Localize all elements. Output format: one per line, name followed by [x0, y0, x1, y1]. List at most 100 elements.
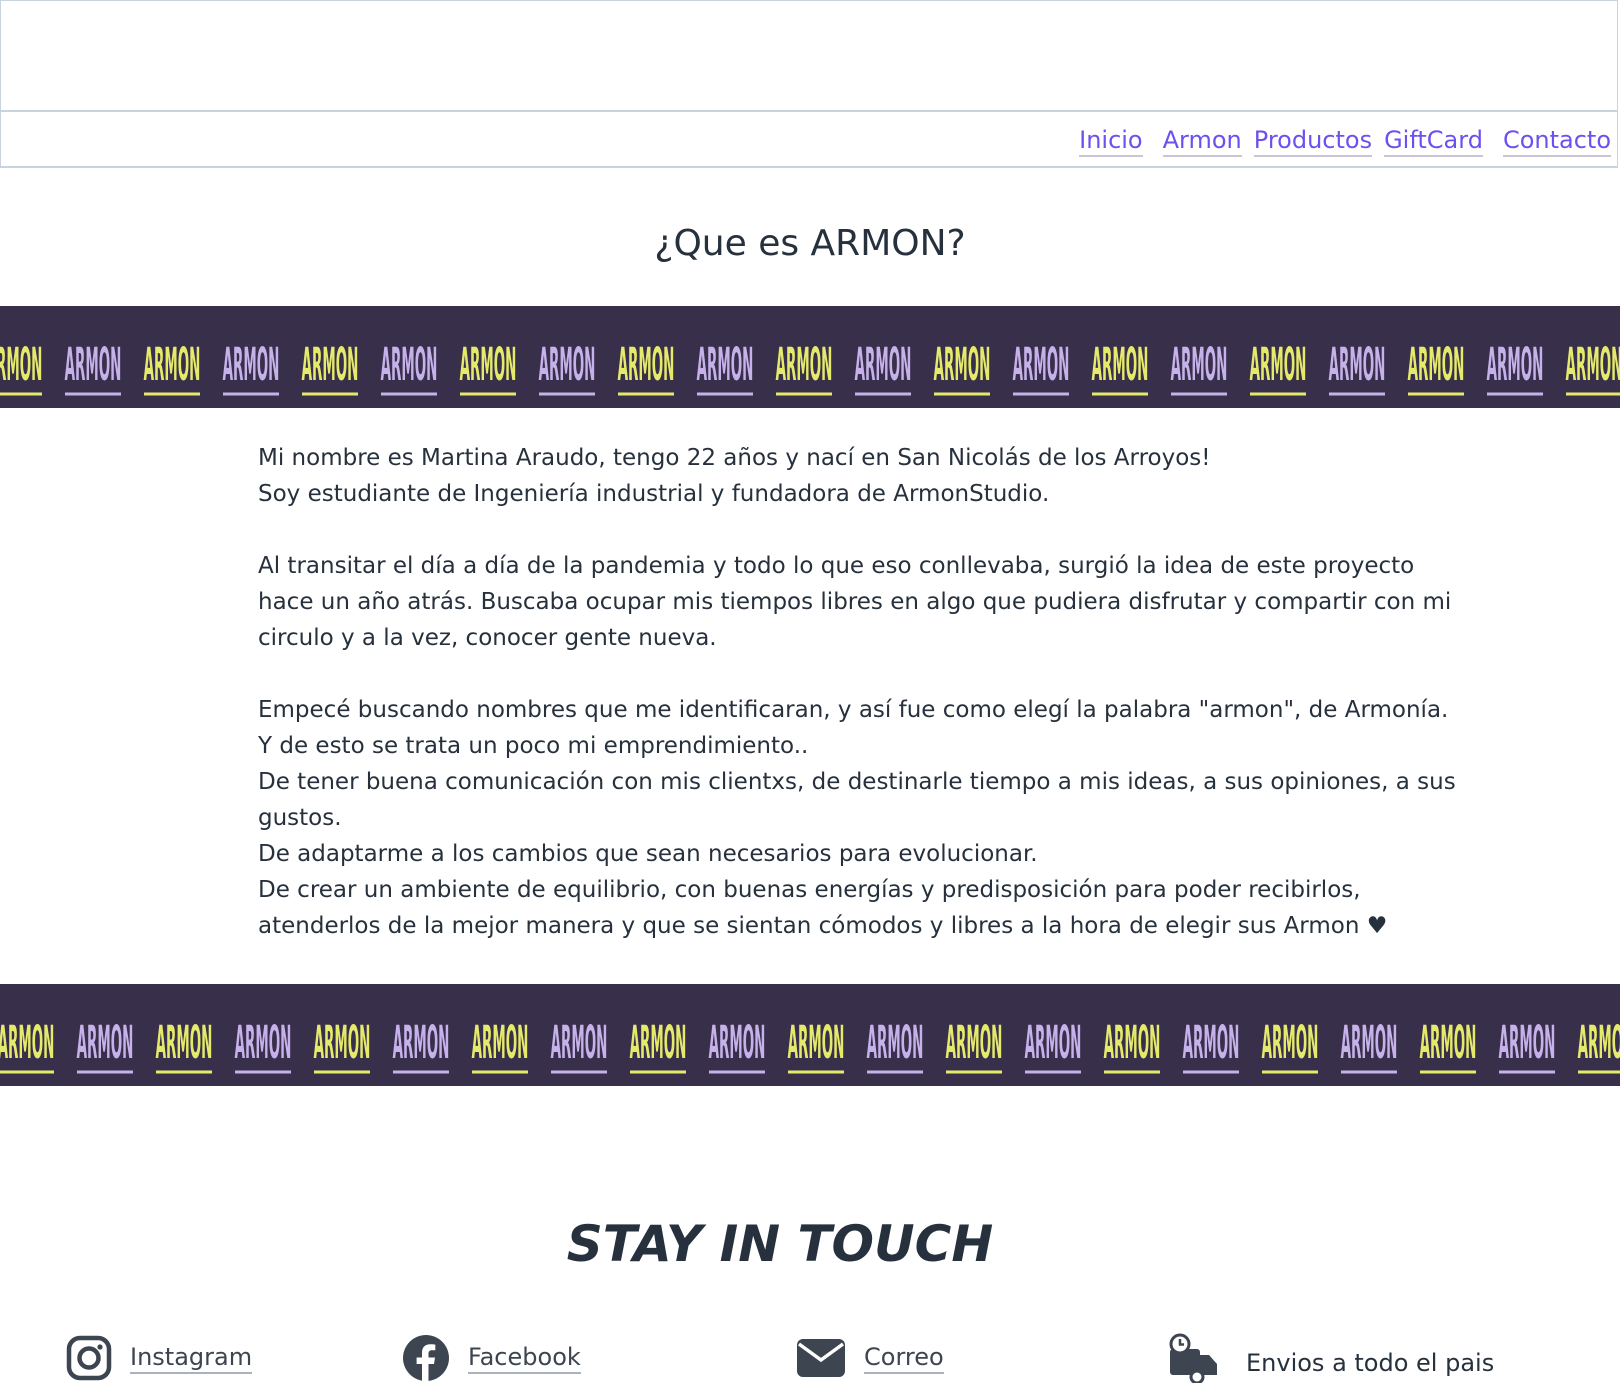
armon-logo-text: ARMON: [1013, 338, 1070, 391]
armon-logo-tile: ARMON: [1104, 1016, 1161, 1074]
armon-logo-text: ARMON: [1171, 338, 1228, 391]
armon-logo-tile: ARMON: [867, 1016, 924, 1074]
armon-logo-tile: ARMON: [934, 338, 991, 396]
armon-logo-text: ARMON: [618, 338, 675, 391]
armon-logo-text: ARMON: [1183, 1016, 1240, 1069]
nav-bar: Inicio Armon Productos GiftCard Contacto: [0, 112, 1618, 168]
armon-logo-text: ARMON: [539, 338, 596, 391]
armon-logo-tile: ARMON: [1487, 338, 1544, 396]
armon-logo-text: ARMON: [381, 338, 438, 391]
nav-link-giftcard[interactable]: GiftCard: [1384, 126, 1483, 157]
about-line: Y de esto se trata un poco mi emprendimi…: [258, 733, 809, 759]
nav-link-armon[interactable]: Armon: [1162, 126, 1242, 157]
armon-logo-text: ARMON: [472, 1016, 529, 1069]
armon-logo-text: ARMON: [1250, 338, 1307, 391]
mail-icon[interactable]: [796, 1338, 846, 1378]
armon-logo-text: ARMON: [393, 1016, 450, 1069]
armon-logo-text: ARMON: [1487, 338, 1544, 391]
armon-logo-text: ARMON: [1578, 1016, 1620, 1069]
armon-logo-tile: ARMON: [1499, 1016, 1556, 1074]
armon-logo-tile: ARMON: [77, 1016, 134, 1074]
armon-logo-tile: ARMON: [539, 338, 596, 396]
contact-instagram: Instagram: [66, 1330, 253, 1386]
armon-logo-tile: ARMON: [144, 338, 201, 396]
armon-logo-tile: ARMON: [1329, 338, 1386, 396]
stay-in-touch-heading: STAY IN TOUCH: [566, 1215, 994, 1273]
armon-logo-tile: ARMON: [1420, 1016, 1477, 1074]
armon-logo-text: ARMON: [551, 1016, 608, 1069]
armon-logo-tile: ARMON: [302, 338, 359, 396]
armon-logo-text: ARMON: [1092, 338, 1149, 391]
armon-logo-text: ARMON: [1262, 1016, 1319, 1069]
envios-label: Envios a todo el pais: [1246, 1349, 1495, 1377]
armon-logo-tile: ARMON: [1578, 1016, 1620, 1074]
armon-logo-text: ARMON: [867, 1016, 924, 1069]
armon-logo-tile: ARMON: [314, 1016, 371, 1074]
armon-logo-tile: ARMON: [630, 1016, 687, 1074]
armon-logo-text: ARMON: [1341, 1016, 1398, 1069]
nav-links: Inicio Armon Productos GiftCard Contacto: [1079, 126, 1611, 157]
armon-logo-tile: ARMON: [381, 338, 438, 396]
armon-logo-tile: ARMON: [1171, 338, 1228, 396]
armon-logo-tile: ARMON: [1408, 338, 1465, 396]
armon-logo-text: ARMON: [697, 338, 754, 391]
nav-link-contacto[interactable]: Contacto: [1502, 126, 1611, 157]
armon-logo-tile: ARMON: [1013, 338, 1070, 396]
armon-logo-tile: ARMON: [0, 1016, 54, 1074]
armon-logo-text: ARMON: [934, 338, 991, 391]
armon-logo-text: ARMON: [460, 338, 517, 391]
armon-logo-text: ARMON: [946, 1016, 1003, 1069]
armon-logo-text: ARMON: [0, 338, 42, 391]
armon-logo-text: ARMON: [1420, 1016, 1477, 1069]
facebook-icon[interactable]: [402, 1334, 450, 1382]
armon-logo-text: ARMON: [1499, 1016, 1556, 1069]
armon-logo-text: ARMON: [1408, 338, 1465, 391]
delivery-truck-icon: [1169, 1333, 1217, 1383]
armon-banner-bottom: ARMON ARMON ARMON ARMON ARMON ARMON ARMON ARMON…: [0, 984, 1620, 1086]
armon-banner-bottom-graphic: ARMON ARMON ARMON ARMON ARMON ARMON ARMON ARMON…: [0, 1016, 1620, 1074]
contact-facebook: Facebook: [402, 1330, 581, 1386]
armon-logo-tile: ARMON: [855, 338, 912, 396]
armon-logo-tile: ARMON: [393, 1016, 450, 1074]
armon-logo-text: ARMON: [1329, 338, 1386, 391]
instagram-icon[interactable]: [66, 1335, 112, 1381]
armon-logo-text: ARMON: [788, 1016, 845, 1069]
armon-logo-text: ARMON: [314, 1016, 371, 1069]
armon-logo-tile: ARMON: [551, 1016, 608, 1074]
armon-logo-text: ARMON: [302, 338, 359, 391]
header-area: [0, 0, 1618, 112]
armon-logo-text: ARMON: [855, 338, 912, 391]
armon-logo-tile: ARMON: [223, 338, 280, 396]
armon-logo-text: ARMON: [630, 1016, 687, 1069]
armon-logo-text: ARMON: [1104, 1016, 1161, 1069]
armon-logo-text: ARMON: [223, 338, 280, 391]
armon-logo-text: ARMON: [144, 338, 201, 391]
armon-logo-tile: ARMON: [472, 1016, 529, 1074]
armon-logo-tile: ARMON: [1262, 1016, 1319, 1074]
instagram-link[interactable]: Instagram: [130, 1343, 253, 1374]
correo-link[interactable]: Correo: [864, 1343, 944, 1374]
armon-logo-tile: ARMON: [1566, 338, 1620, 396]
armon-logo-tile: ARMON: [156, 1016, 213, 1074]
armon-logo-text: ARMON: [1025, 1016, 1082, 1069]
armon-logo-text: ARMON: [235, 1016, 292, 1069]
nav-link-productos[interactable]: Productos: [1253, 126, 1373, 157]
armon-logo-text: ARMON: [77, 1016, 134, 1069]
armon-logo-tile: ARMON: [1250, 338, 1307, 396]
about-line: De crear un ambiente de equilibrio, con …: [258, 877, 1388, 939]
contact-envios: Envios a todo el pais: [1168, 1330, 1494, 1386]
armon-logo-tile: ARMON: [1025, 1016, 1082, 1074]
about-line: Empecé buscando nombres que me identific…: [258, 697, 1449, 723]
armon-logo-tile: ARMON: [1341, 1016, 1398, 1074]
armon-logo-tile: ARMON: [65, 338, 121, 396]
armon-logo-tile: ARMON: [1092, 338, 1149, 396]
armon-logo-text: ARMON: [776, 338, 833, 391]
armon-banner-top: ARMON ARMON ARMON ARMON ARMON ARMON ARMON ARMON…: [0, 306, 1620, 408]
facebook-link[interactable]: Facebook: [468, 1343, 581, 1374]
nav-link-inicio[interactable]: Inicio: [1079, 126, 1143, 157]
armon-logo-tile: ARMON: [946, 1016, 1003, 1074]
contact-correo: Correo: [796, 1330, 944, 1386]
armon-logo-text: ARMON: [0, 1016, 54, 1069]
armon-logo-tile: ARMON: [709, 1016, 765, 1074]
armon-logo-text: ARMON: [156, 1016, 213, 1069]
